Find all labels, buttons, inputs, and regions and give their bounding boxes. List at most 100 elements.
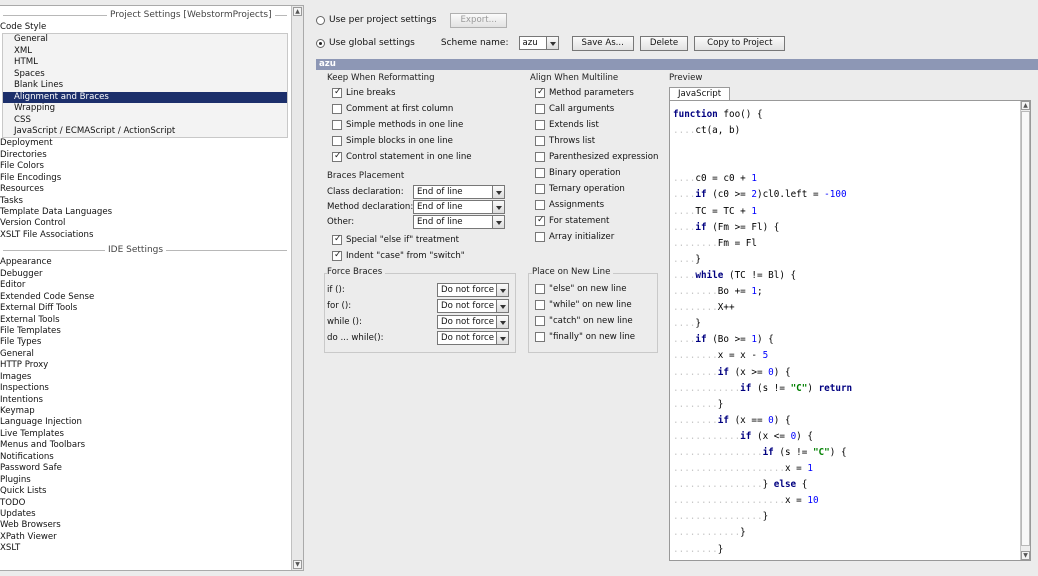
brace-check-indent-case-from-switch[interactable]: Indent "case" from "switch" [332, 250, 465, 262]
align-extends-list[interactable]: Extends list [535, 119, 599, 131]
checkbox[interactable] [535, 316, 545, 326]
chevron-down-icon[interactable] [496, 283, 508, 296]
tree-item-live-templates[interactable]: Live Templates [0, 429, 290, 440]
tree-item-code-style[interactable]: Code Style [0, 22, 290, 33]
chevron-down-icon[interactable] [492, 200, 504, 213]
newline-else-on-new-line[interactable]: "else" on new line [535, 283, 627, 295]
tree-item-menus-and-toolbars[interactable]: Menus and Toolbars [0, 440, 290, 451]
dropdown[interactable]: Do not force [437, 282, 509, 297]
tree-item-template-data-languages[interactable]: Template Data Languages [0, 207, 290, 218]
tree-item-wrapping[interactable]: Wrapping [3, 103, 287, 114]
export-button[interactable]: Export... [450, 12, 507, 28]
checkbox[interactable] [535, 200, 545, 210]
tree-scrollbar[interactable]: ▲ ▼ [291, 6, 303, 570]
tree-item-general[interactable]: General [3, 34, 287, 45]
tree-item-xpath-viewer[interactable]: XPath Viewer [0, 532, 290, 543]
checkbox[interactable] [332, 87, 342, 98]
tree-item-css[interactable]: CSS [3, 115, 287, 126]
checkbox[interactable] [535, 120, 545, 130]
scrollbar-thumb[interactable] [1021, 111, 1030, 546]
tree-item-general[interactable]: General [0, 349, 290, 360]
chevron-down-icon[interactable] [492, 185, 504, 198]
dropdown[interactable]: End of line [413, 214, 505, 229]
global-settings-label[interactable]: Use global settings [329, 38, 415, 48]
save-as-button[interactable]: Save As... [571, 35, 634, 51]
keep-comment-at-first-column[interactable]: Comment at first column [332, 103, 453, 115]
align-throws-list[interactable]: Throws list [535, 135, 595, 147]
tree-item-spaces[interactable]: Spaces [3, 69, 287, 80]
tree-item-file-types[interactable]: File Types [0, 337, 290, 348]
tree-item-extended-code-sense[interactable]: Extended Code Sense [0, 292, 290, 303]
align-assignments[interactable]: Assignments [535, 199, 604, 211]
tree-item-tasks[interactable]: Tasks [0, 196, 290, 207]
tree-item-editor[interactable]: Editor [0, 280, 290, 291]
checkbox[interactable] [535, 300, 545, 310]
tree-item-directories[interactable]: Directories [0, 150, 290, 161]
align-call-arguments[interactable]: Call arguments [535, 103, 614, 115]
align-method-parameters[interactable]: Method parameters [535, 87, 634, 99]
checkbox[interactable] [332, 250, 342, 261]
per-project-label[interactable]: Use per project settings [329, 15, 436, 25]
align-binary-operation[interactable]: Binary operation [535, 167, 621, 179]
checkbox[interactable] [535, 152, 545, 162]
checkbox[interactable] [332, 234, 342, 245]
checkbox[interactable] [332, 136, 342, 146]
dropdown[interactable]: End of line [413, 199, 505, 214]
checkbox[interactable] [535, 136, 545, 146]
editor-scrollbar[interactable]: ▲ ▼ [1020, 101, 1030, 560]
tree-item-http-proxy[interactable]: HTTP Proxy [0, 360, 290, 371]
dropdown[interactable]: Do not force [437, 330, 509, 345]
delete-button[interactable]: Delete [639, 35, 689, 51]
checkbox[interactable] [332, 104, 342, 114]
dropdown[interactable]: End of line [413, 184, 505, 199]
tree-item-password-safe[interactable]: Password Safe [0, 463, 290, 474]
keep-line-breaks[interactable]: Line breaks [332, 87, 395, 99]
tree-item-resources[interactable]: Resources [0, 184, 290, 195]
chevron-down-icon[interactable] [496, 315, 508, 328]
tree-item-alignment-and-braces[interactable]: Alignment and Braces [3, 91, 287, 104]
checkbox[interactable] [535, 184, 545, 194]
dropdown[interactable]: Do not force [437, 314, 509, 329]
tree-item-todo[interactable]: TODO [0, 498, 290, 509]
tree-item-notifications[interactable]: Notifications [0, 452, 290, 463]
tree-item-javascript-ecmascript-actionscript[interactable]: JavaScript / ECMAScript / ActionScript [3, 126, 287, 137]
tree-item-external-diff-tools[interactable]: External Diff Tools [0, 303, 290, 314]
tree-item-keymap[interactable]: Keymap [0, 406, 290, 417]
keep-simple-methods-in-one-line[interactable]: Simple methods in one line [332, 119, 463, 131]
global-settings-radio[interactable] [316, 38, 325, 48]
tree-item-blank-lines[interactable]: Blank Lines [3, 80, 287, 91]
tree-item-version-control[interactable]: Version Control [0, 218, 290, 229]
tree-item-images[interactable]: Images [0, 372, 290, 383]
checkbox[interactable] [332, 151, 342, 162]
dropdown[interactable]: Do not force [437, 298, 509, 313]
newline-catch-on-new-line[interactable]: "catch" on new line [535, 315, 633, 327]
brace-check-special-else-if-treatment[interactable]: Special "else if" treatment [332, 234, 459, 246]
tree-item-xml[interactable]: XML [3, 46, 287, 57]
checkbox[interactable] [535, 87, 545, 98]
preview-editor[interactable]: function foo() {....ct(a, b) ....c0 = c0 … [669, 100, 1031, 561]
chevron-down-icon[interactable] [492, 215, 504, 228]
scroll-down-icon[interactable]: ▼ [1021, 551, 1030, 560]
tree-item-file-encodings[interactable]: File Encodings [0, 173, 290, 184]
align-for-statement[interactable]: For statement [535, 215, 609, 227]
newline-finally-on-new-line[interactable]: "finally" on new line [535, 331, 635, 343]
checkbox[interactable] [535, 284, 545, 294]
checkbox[interactable] [535, 168, 545, 178]
checkbox[interactable] [535, 215, 545, 226]
checkbox[interactable] [535, 332, 545, 342]
tree-item-html[interactable]: HTML [3, 57, 287, 68]
tree-item-debugger[interactable]: Debugger [0, 269, 290, 280]
tree-item-file-colors[interactable]: File Colors [0, 161, 290, 172]
keep-control-statement-in-one-line[interactable]: Control statement in one line [332, 151, 472, 163]
checkbox[interactable] [535, 232, 545, 242]
scroll-up-icon[interactable]: ▲ [293, 7, 302, 16]
scheme-name-combo[interactable]: azu [518, 36, 559, 50]
tree-item-quick-lists[interactable]: Quick Lists [0, 486, 290, 497]
tree-item-plugins[interactable]: Plugins [0, 475, 290, 486]
tree-item-web-browsers[interactable]: Web Browsers [0, 520, 290, 531]
tree-item-language-injection[interactable]: Language Injection [0, 417, 290, 428]
scroll-up-icon[interactable]: ▲ [1021, 101, 1030, 110]
checkbox[interactable] [332, 120, 342, 130]
copy-to-project-button[interactable]: Copy to Project [694, 35, 786, 51]
per-project-radio[interactable] [316, 15, 325, 25]
